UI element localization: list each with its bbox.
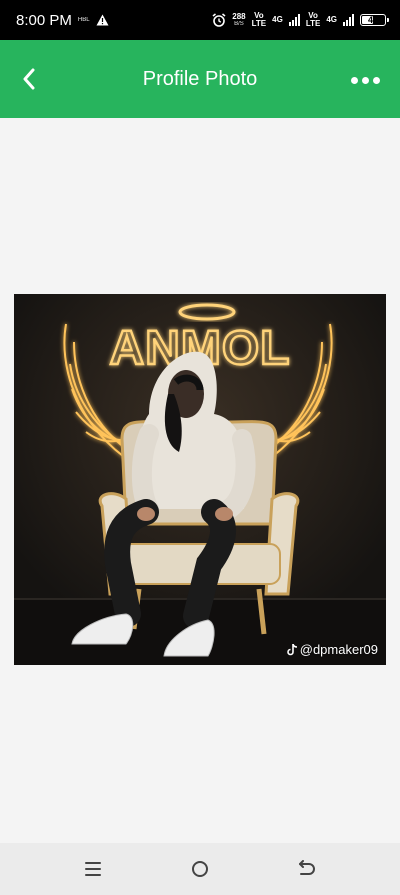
profile-photo-image: ANMOL (14, 294, 386, 665)
alarm-icon (212, 13, 226, 27)
data-speed: 288 B/S (232, 12, 246, 28)
more-horizontal-icon (350, 76, 358, 84)
back-icon (298, 860, 315, 875)
battery-icon: 46 (360, 14, 389, 26)
sim1-network: 4G (272, 15, 283, 24)
chevron-left-icon (23, 68, 35, 90)
signal-icon (343, 14, 354, 26)
page-title: Profile Photo (142, 68, 258, 90)
menu-icon (85, 862, 102, 876)
warning-icon (96, 14, 109, 26)
status-time: 8:00 PM (16, 11, 72, 29)
system-back-button[interactable] (287, 849, 327, 889)
recent-apps-button[interactable] (73, 849, 113, 889)
sim1-volte: Vo LTE (251, 11, 267, 28)
sim2-volte: Vo LTE (305, 11, 321, 28)
system-nav-bar (0, 843, 400, 895)
profile-photo[interactable]: ANMOL @dpmaker09 (14, 294, 386, 665)
watermark-text: @dpmaker09 (299, 642, 378, 657)
home-icon (191, 861, 208, 877)
tiktok-icon (286, 643, 297, 655)
carrier-tag: HBL (77, 17, 90, 23)
sim2-network: 4G (326, 15, 337, 24)
home-button[interactable] (180, 849, 220, 889)
battery-level: 46 (367, 15, 378, 25)
status-bar: 8:00 PM HBL 288 B/S Vo LTE 4G Vo LTE 4G … (0, 0, 400, 40)
signal-icon (288, 14, 300, 26)
photo-watermark: @dpmaker09 (286, 642, 378, 657)
more-options-button[interactable] (348, 68, 382, 92)
back-button[interactable] (14, 63, 44, 95)
app-bar: Profile Photo (0, 40, 400, 118)
